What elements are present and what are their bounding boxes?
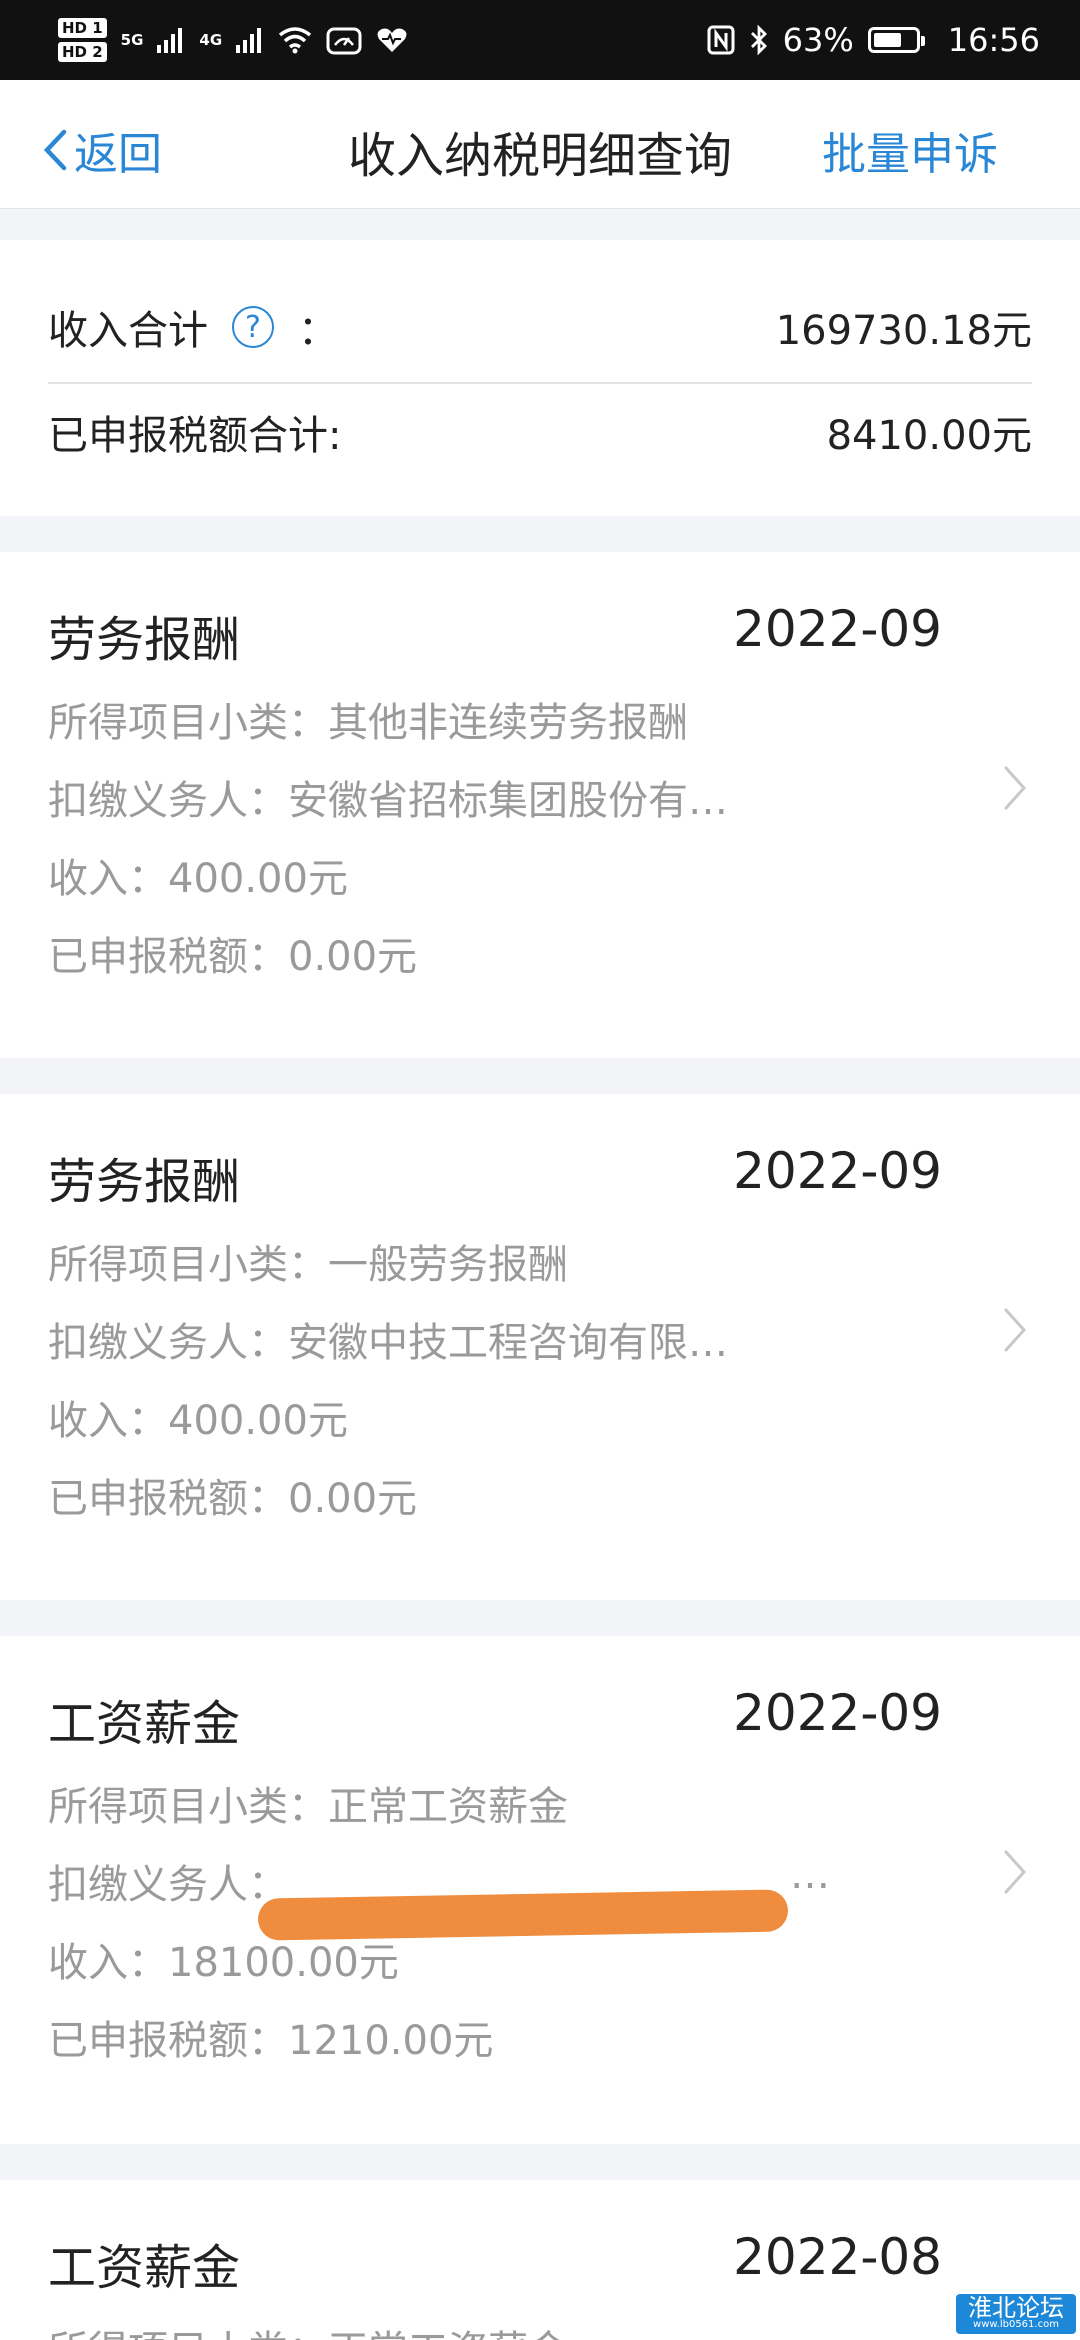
record-type: 工资薪金 bbox=[48, 2240, 241, 2296]
record-withholder-ellipsis: … bbox=[790, 1852, 830, 1898]
income-record-card[interactable]: 工资薪金 2022-08 所得项目小类：正常工资薪金 bbox=[0, 2180, 1080, 2340]
colon-separator: ： bbox=[298, 308, 338, 354]
wifi-icon bbox=[278, 26, 312, 54]
income-total-label: 收入合计 bbox=[48, 308, 208, 354]
record-month: 2022-09 bbox=[733, 1684, 942, 1742]
record-income: 收入：400.00元 bbox=[48, 1398, 348, 1444]
record-subcategory: 所得项目小类：正常工资薪金 bbox=[48, 1784, 568, 1830]
record-income: 收入：18100.00元 bbox=[48, 1940, 399, 1986]
heart-rate-icon bbox=[376, 26, 408, 54]
nfc-icon bbox=[707, 25, 735, 55]
record-type: 劳务报酬 bbox=[48, 612, 241, 668]
record-tax: 已申报税额：0.00元 bbox=[48, 934, 418, 980]
record-subcategory: 所得项目小类：正常工资薪金 bbox=[48, 2318, 568, 2340]
battery-icon bbox=[867, 27, 925, 53]
status-left: HD 1 HD 2 5G 4G bbox=[58, 18, 408, 62]
chevron-right-icon bbox=[1004, 1308, 1027, 1352]
income-record-card[interactable]: 劳务报酬 2022-09 所得项目小类：一般劳务报酬 扣缴义务人：安徽中技工程咨… bbox=[0, 1094, 1080, 1600]
record-income: 收入：400.00元 bbox=[48, 856, 348, 902]
record-type: 劳务报酬 bbox=[48, 1154, 241, 1210]
hd-indicators: HD 1 HD 2 bbox=[58, 18, 107, 62]
record-tax: 已申报税额：0.00元 bbox=[48, 1476, 418, 1522]
signal-5g-label: 5G bbox=[120, 31, 144, 49]
tax-total-value: 8410.00元 bbox=[826, 413, 1032, 459]
record-type: 工资薪金 bbox=[48, 1696, 241, 1752]
help-icon[interactable]: ? bbox=[232, 306, 274, 348]
income-record-card[interactable]: 劳务报酬 2022-09 所得项目小类：其他非连续劳务报酬 扣缴义务人：安徽省招… bbox=[0, 552, 1080, 1058]
income-total-label-group: 收入合计 ? ： bbox=[48, 298, 338, 356]
tax-total-label: 已申报税额合计: bbox=[48, 413, 342, 459]
income-total-row: 收入合计 ? ： 169730.18元 bbox=[48, 272, 1032, 384]
record-withholder: 扣缴义务人：安徽中技工程咨询有限… bbox=[48, 1320, 728, 1366]
status-bar: HD 1 HD 2 5G 4G 63% 16:56 bbox=[0, 0, 1080, 80]
battery-percent: 63% bbox=[782, 21, 854, 59]
record-month: 2022-08 bbox=[733, 2228, 942, 2286]
bluetooth-icon bbox=[749, 24, 769, 56]
record-subcategory: 所得项目小类：一般劳务报酬 bbox=[48, 1242, 568, 1288]
status-right: 63% 16:56 bbox=[707, 21, 1040, 59]
record-withholder: 扣缴义务人：安徽省招标集团股份有… bbox=[48, 778, 728, 824]
chevron-right-icon bbox=[1004, 766, 1027, 810]
record-month: 2022-09 bbox=[733, 600, 942, 658]
watermark-text: 淮北论坛 bbox=[968, 2294, 1064, 2322]
cell-signal-icon bbox=[236, 27, 264, 53]
batch-appeal-button[interactable]: 批量申诉 bbox=[822, 118, 998, 182]
record-tax: 已申报税额：1210.00元 bbox=[48, 2018, 494, 2064]
record-month: 2022-09 bbox=[733, 1142, 942, 1200]
watermark-url: www.lb0561.com bbox=[973, 2319, 1059, 2330]
clock-time: 16:56 bbox=[947, 21, 1040, 59]
record-withholder: 扣缴义务人： bbox=[48, 1862, 288, 1908]
signal-4g-label: 4G bbox=[199, 31, 223, 49]
speedometer-icon bbox=[326, 25, 362, 55]
navigation-bar: 返回 收入纳税明细查询 批量申诉 bbox=[0, 80, 1080, 209]
hd2-badge: HD 2 bbox=[58, 42, 107, 62]
cell-signal-icon bbox=[157, 27, 185, 53]
record-subcategory: 所得项目小类：其他非连续劳务报酬 bbox=[48, 700, 688, 746]
income-record-card[interactable]: 工资薪金 2022-09 所得项目小类：正常工资薪金 扣缴义务人： … 收入：1… bbox=[0, 1636, 1080, 2144]
watermark-logo: 淮北论坛 www.lb0561.com bbox=[956, 2294, 1076, 2334]
income-total-value: 169730.18元 bbox=[775, 308, 1032, 354]
summary-card: 收入合计 ? ： 169730.18元 已申报税额合计: 8410.00元 bbox=[0, 240, 1080, 516]
chevron-right-icon bbox=[1004, 1850, 1027, 1894]
tax-total-row: 已申报税额合计: 8410.00元 bbox=[48, 382, 1032, 482]
hd1-badge: HD 1 bbox=[58, 18, 107, 38]
